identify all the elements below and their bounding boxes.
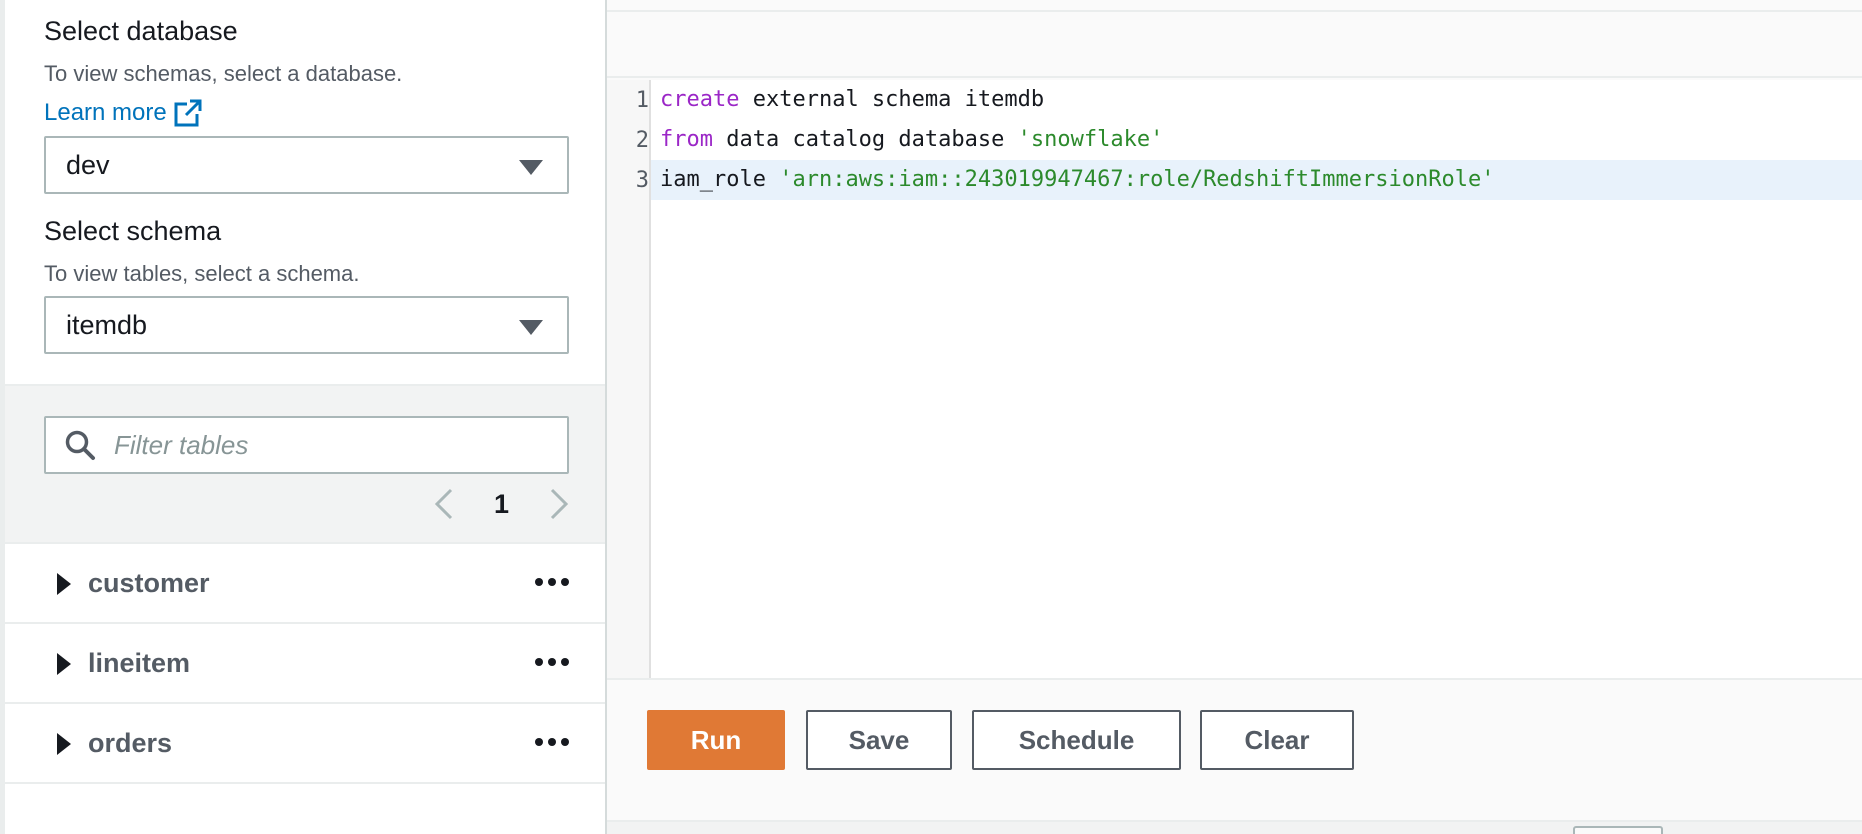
learn-more-link[interactable]: Learn more	[44, 98, 203, 128]
save-button[interactable]: Save	[806, 710, 952, 770]
code-token: from	[660, 127, 713, 152]
select-schema-heading: Select schema	[44, 216, 222, 246]
code-line[interactable]: create external schema itemdb	[651, 80, 1862, 120]
results-resize-bar	[607, 820, 1862, 834]
schema-select[interactable]: itemdb	[44, 296, 569, 354]
sql-code-editor[interactable]: 1 2 3 create external schema itemdb from…	[607, 80, 1862, 680]
expand-triangle-icon[interactable]	[57, 653, 71, 675]
code-line[interactable]: from data catalog database 'snowflake'	[651, 120, 1862, 160]
table-name: orders	[88, 727, 173, 758]
search-icon	[65, 430, 95, 460]
filter-tables-input[interactable]	[112, 428, 552, 462]
more-actions-icon[interactable]	[535, 738, 569, 746]
table-row[interactable]: lineitem	[5, 624, 605, 704]
line-number: 3	[635, 168, 649, 193]
editor-panel: 1 2 3 create external schema itemdb from…	[607, 0, 1862, 834]
line-number-gutter: 1 2 3	[607, 80, 651, 678]
current-page-number[interactable]: 1	[494, 489, 509, 520]
editor-tabs-strip	[607, 0, 1862, 12]
code-token: 'snowflake'	[1017, 127, 1164, 152]
query-editor-app: Select database To view schemas, select …	[0, 0, 1862, 834]
editor-actions-bar: Run Save Schedule Clear	[607, 682, 1862, 820]
table-row[interactable]: customer	[5, 544, 605, 624]
caret-down-icon	[519, 160, 543, 175]
expand-triangle-icon[interactable]	[57, 733, 71, 755]
select-database-heading: Select database	[44, 16, 238, 46]
select-database-hint: To view schemas, select a database.	[44, 61, 403, 86]
expand-triangle-icon[interactable]	[57, 573, 71, 595]
external-link-icon	[174, 99, 202, 127]
more-actions-icon[interactable]	[535, 578, 569, 586]
chevron-right-icon[interactable]	[547, 486, 571, 522]
database-select[interactable]: dev	[44, 136, 569, 194]
table-filter-section: 1	[5, 384, 605, 544]
editor-toolbar	[607, 12, 1862, 78]
resize-handle[interactable]	[1573, 826, 1663, 834]
more-actions-icon[interactable]	[535, 658, 569, 666]
caret-down-icon	[519, 320, 543, 335]
chevron-left-icon[interactable]	[432, 486, 456, 522]
run-button[interactable]: Run	[647, 710, 785, 770]
clear-button[interactable]: Clear	[1200, 710, 1354, 770]
line-number: 1	[635, 88, 649, 113]
schedule-button[interactable]: Schedule	[972, 710, 1181, 770]
code-token: iam_role	[660, 167, 780, 192]
schema-browser-panel: Select database To view schemas, select …	[0, 0, 607, 834]
table-name: customer	[88, 567, 210, 598]
learn-more-label: Learn more	[44, 99, 167, 126]
schema-selected-value: itemdb	[66, 309, 148, 340]
filter-tables-box[interactable]	[44, 416, 569, 474]
database-schema-section: Select database To view schemas, select …	[5, 0, 605, 384]
database-selected-value: dev	[66, 149, 110, 180]
table-list: customer lineitem orders	[5, 544, 605, 784]
code-token: data catalog database	[712, 127, 1018, 152]
code-token: 'arn:aws:iam::243019947467:role/Redshift…	[779, 167, 1495, 192]
code-token: create	[660, 87, 740, 112]
select-schema-hint: To view tables, select a schema.	[44, 261, 360, 286]
table-pagination: 1	[432, 486, 571, 522]
code-token: external schema itemdb	[739, 87, 1045, 112]
table-name: lineitem	[88, 647, 191, 678]
line-number: 2	[635, 128, 649, 153]
table-row[interactable]: orders	[5, 704, 605, 784]
code-line-active[interactable]: iam_role 'arn:aws:iam::243019947467:role…	[651, 160, 1862, 200]
